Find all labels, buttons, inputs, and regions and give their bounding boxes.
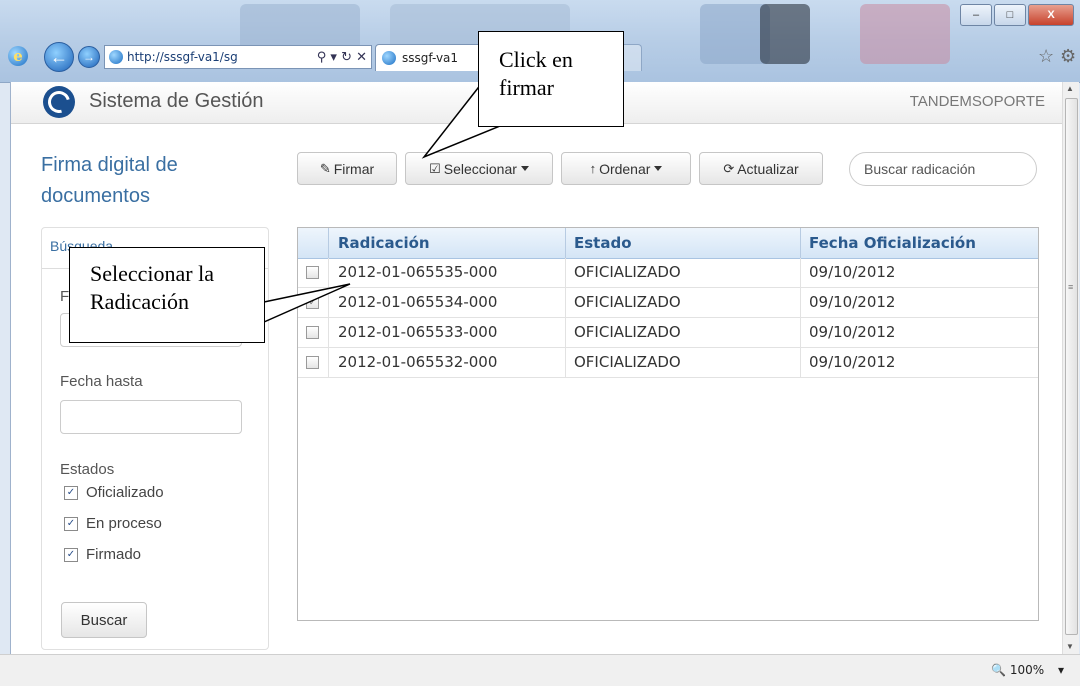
cell-radicacion: 2012-01-065532-000 [338, 353, 498, 371]
actualizar-label: Actualizar [737, 160, 799, 177]
favicon-icon [109, 50, 123, 64]
cell-estado: OFICIALIZADO [574, 353, 681, 371]
check-square-icon: ☑ [429, 160, 441, 176]
browser-tab[interactable]: sssgf-va1 [375, 44, 487, 71]
estado-firmado[interactable]: ✓ Firmado [64, 546, 141, 563]
cell-radicacion: 2012-01-065535-000 [338, 263, 498, 281]
table-row[interactable]: 2012-01-065532-000 OFICIALIZADO 09/10/20… [298, 348, 1038, 378]
zoom-control[interactable]: 🔍 100% ▾ [991, 663, 1064, 677]
checkbox-firmado[interactable]: ✓ [64, 547, 78, 562]
row-checkbox[interactable] [306, 266, 319, 279]
estado-label: En proceso [86, 515, 162, 532]
cell-estado: OFICIALIZADO [574, 323, 681, 341]
seleccionar-label: Seleccionar [443, 160, 517, 177]
maximize-button[interactable]: □ [994, 4, 1026, 26]
radicaciones-grid: Radicación Estado Fecha Oficialización 2… [297, 227, 1039, 621]
scrollbar-thumb[interactable] [1065, 98, 1078, 635]
forward-button[interactable]: → [78, 46, 100, 68]
page-title: Firma digital de documentos [41, 154, 178, 207]
address-bar[interactable]: http://sssgf-va1/sg ⚲ ▾ ↻ ✕ [104, 45, 372, 69]
actualizar-button[interactable]: ⟳ Actualizar [699, 152, 823, 185]
cell-fecha: 09/10/2012 [809, 263, 896, 281]
buscar-button[interactable]: Buscar [61, 602, 147, 638]
row-checkbox[interactable]: ✓ [306, 296, 319, 309]
scroll-down-icon[interactable]: ▼ [1066, 642, 1074, 651]
checkbox-oficializado[interactable]: ✓ [64, 485, 78, 500]
firmar-label: Firmar [333, 160, 375, 177]
scroll-grip-icon: ≡ [1068, 282, 1074, 292]
seleccionar-button[interactable]: ☑ Seleccionar [405, 152, 553, 185]
grid-header: Radicación Estado Fecha Oficialización [298, 228, 1038, 259]
brand-logo-icon[interactable] [43, 86, 75, 118]
minimize-button[interactable]: – [960, 4, 992, 26]
ie-logo-icon: e [8, 46, 28, 66]
chevron-down-icon[interactable]: ▾ [1058, 663, 1064, 677]
row-checkbox[interactable] [306, 356, 319, 369]
fecha-desde-label: F [60, 288, 70, 305]
firmar-button[interactable]: ✎ Firmar [297, 152, 397, 185]
chevron-down-icon [520, 166, 529, 171]
tab-title: sssgf-va1 [402, 51, 459, 65]
gear-icon[interactable]: ⚙ [1060, 46, 1076, 67]
estados-label: Estados [60, 461, 115, 478]
firmar-callout: Click en firmar [478, 31, 624, 127]
checkbox-en-proceso[interactable]: ✓ [64, 516, 78, 531]
column-header-fecha[interactable]: Fecha Oficialización [809, 234, 976, 252]
zoom-icon: 🔍 [991, 663, 1006, 677]
estado-oficializado[interactable]: ✓ Oficializado [64, 484, 164, 501]
scroll-up-icon[interactable]: ▲ [1066, 84, 1074, 93]
column-header-estado[interactable]: Estado [574, 234, 632, 252]
table-row[interactable]: 2012-01-065535-000 OFICIALIZADO 09/10/20… [298, 258, 1038, 288]
cell-estado: OFICIALIZADO [574, 263, 681, 281]
fecha-hasta-input[interactable] [60, 400, 242, 434]
ordenar-label: Ordenar [599, 160, 651, 177]
estado-label: Firmado [86, 546, 142, 563]
user-menu[interactable]: TANDEMSOPORTE [910, 93, 1045, 110]
estado-label: Oficializado [86, 484, 164, 501]
row-checkbox[interactable] [306, 326, 319, 339]
favorites-star-icon[interactable]: ☆ [1038, 46, 1054, 67]
cell-radicacion: 2012-01-065533-000 [338, 323, 498, 341]
back-button[interactable]: ← [44, 42, 74, 72]
zoom-level: 100% [1009, 663, 1045, 677]
pencil-icon: ✎ [319, 160, 331, 176]
address-url: http://sssgf-va1/sg [127, 50, 238, 64]
vertical-scrollbar[interactable]: ▲ ≡ ▼ [1062, 82, 1079, 654]
cell-fecha: 09/10/2012 [809, 293, 896, 311]
column-header-radicacion[interactable]: Radicación [338, 234, 430, 252]
cell-fecha: 09/10/2012 [809, 353, 896, 371]
seleccionar-callout: Seleccionar la Radicación [69, 247, 265, 343]
close-button[interactable]: X [1028, 4, 1074, 26]
table-row[interactable]: ✓ 2012-01-065534-000 OFICIALIZADO 09/10/… [298, 288, 1038, 318]
cell-estado: OFICIALIZADO [574, 293, 681, 311]
window-controls: – □ X [960, 4, 1074, 26]
brand-title[interactable]: Sistema de Gestión [89, 90, 264, 113]
ordenar-button[interactable]: ↑ Ordenar [561, 152, 691, 185]
refresh-icon: ⟳ [723, 160, 735, 176]
estado-en-proceso[interactable]: ✓ En proceso [64, 515, 162, 532]
cell-radicacion: 2012-01-065534-000 [338, 293, 498, 311]
fecha-hasta-label: Fecha hasta [60, 373, 143, 390]
table-row[interactable]: 2012-01-065533-000 OFICIALIZADO 09/10/20… [298, 318, 1038, 348]
browser-statusbar: 🔍 100% ▾ [0, 654, 1080, 686]
page-viewport: Sistema de Gestión TANDEMSOPORTE Firma d… [10, 82, 1063, 654]
chevron-down-icon [654, 166, 663, 171]
address-controls[interactable]: ⚲ ▾ ↻ ✕ [312, 49, 367, 65]
search-input[interactable] [849, 152, 1037, 186]
cell-fecha: 09/10/2012 [809, 323, 896, 341]
favicon-icon [382, 51, 396, 65]
arrow-up-icon: ↑ [589, 161, 597, 176]
